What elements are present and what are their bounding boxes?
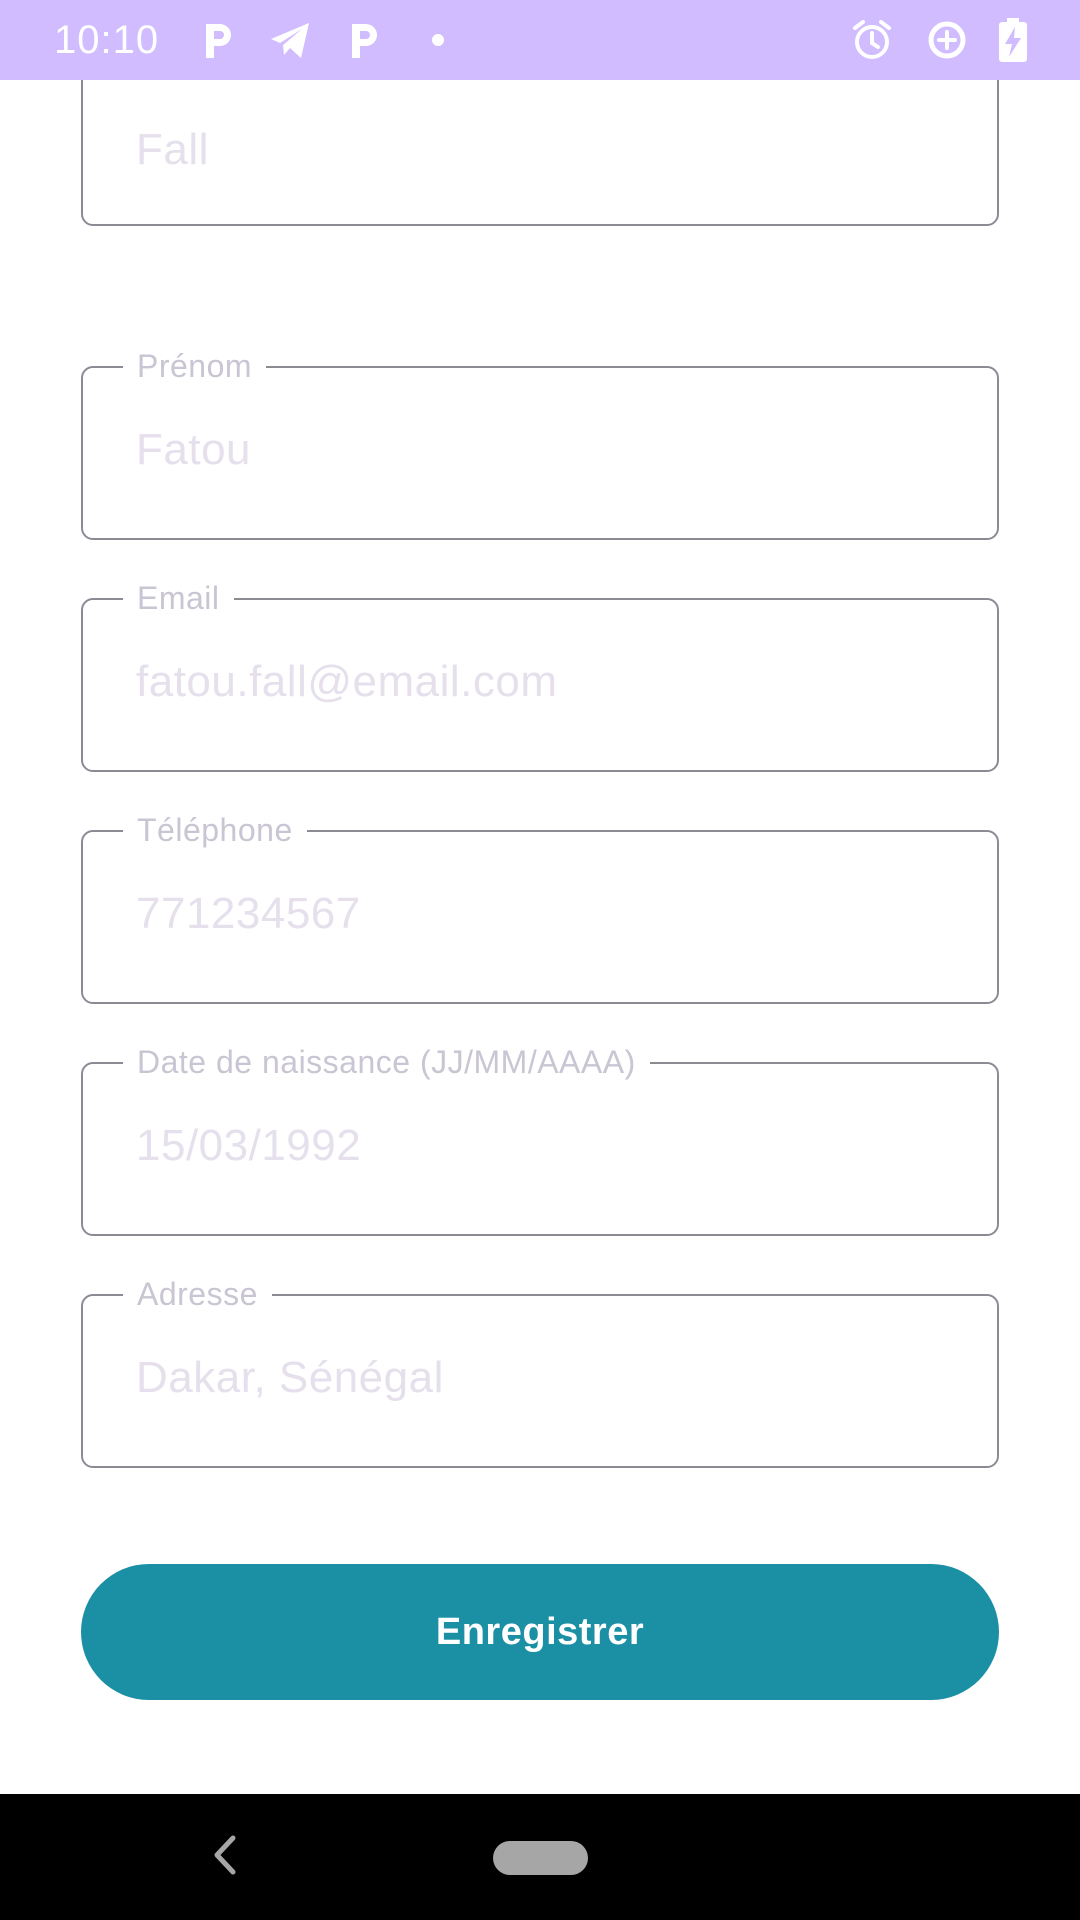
data-saver-icon <box>925 18 969 62</box>
birthdate-label: Date de naissance (JJ/MM/AAAA) <box>123 1042 650 1082</box>
last-name-value: Fall <box>136 125 209 174</box>
address-value: Dakar, Sénégal <box>136 1353 444 1402</box>
address-field[interactable]: Adresse Dakar, Sénégal <box>81 1274 999 1468</box>
status-time: 10:10 <box>54 18 160 62</box>
first-name-value: Fatou <box>136 425 252 474</box>
email-label: Email <box>123 578 234 618</box>
status-bar: 10:10 <box>0 0 1080 80</box>
battery-charging-icon <box>994 18 1032 62</box>
birthdate-field[interactable]: Date de naissance (JJ/MM/AAAA) 15/03/199… <box>81 1042 999 1236</box>
first-name-field[interactable]: Prénom Fatou <box>81 346 999 540</box>
parking-icon <box>196 18 240 62</box>
alarm-icon <box>850 18 894 62</box>
navigation-bar <box>0 1794 1080 1920</box>
home-pill-icon[interactable] <box>493 1841 588 1875</box>
phone-value: 771234567 <box>136 889 361 938</box>
back-icon[interactable] <box>205 1830 245 1880</box>
email-value: fatou.fall@email.com <box>136 657 558 706</box>
last-name-field[interactable]: Fall <box>81 80 999 226</box>
form-container: Fall Prénom Fatou Email fatou.fall@email… <box>0 80 1080 1794</box>
save-button[interactable]: Enregistrer <box>81 1564 999 1700</box>
dot-icon <box>428 30 448 50</box>
phone-label: Téléphone <box>123 810 307 850</box>
phone-field[interactable]: Téléphone 771234567 <box>81 810 999 1004</box>
birthdate-value: 15/03/1992 <box>136 1121 362 1170</box>
email-field[interactable]: Email fatou.fall@email.com <box>81 578 999 772</box>
address-label: Adresse <box>123 1274 272 1314</box>
telegram-icon <box>268 18 312 62</box>
parking-icon <box>342 18 386 62</box>
first-name-label: Prénom <box>123 346 267 386</box>
